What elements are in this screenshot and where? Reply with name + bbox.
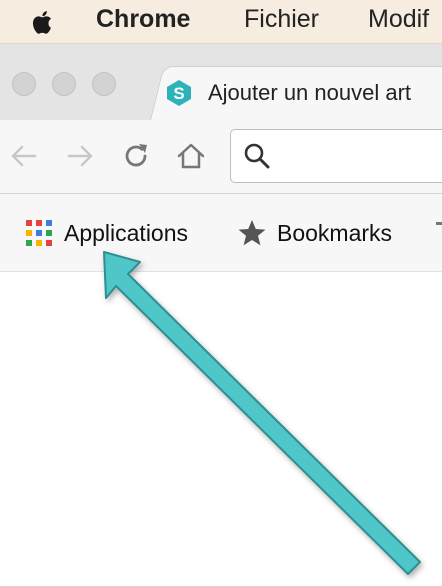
- bookmark-overflow-icon[interactable]: [436, 218, 442, 242]
- apps-grid-icon: [26, 220, 52, 246]
- bookmark-bookmarks[interactable]: Bookmarks: [237, 214, 392, 252]
- bookmarks-bar: Applications Bookmarks: [0, 194, 442, 272]
- favicon-letter: S: [173, 84, 184, 103]
- menu-item-modif[interactable]: Modif: [368, 5, 429, 34]
- bookmark-label: Bookmarks: [277, 219, 393, 246]
- tab-strip: S Ajouter un nouvel art: [0, 44, 442, 120]
- star-icon: [238, 220, 266, 246]
- search-icon: [244, 143, 270, 169]
- menu-item-fichier[interactable]: Fichier: [244, 5, 319, 34]
- bookmark-label: Applications: [64, 219, 189, 246]
- window-close-button[interactable]: [12, 72, 36, 96]
- forward-arrow-icon[interactable]: [64, 140, 96, 172]
- menu-bar: Chrome Fichier Modif: [0, 0, 442, 44]
- bookmark-applications[interactable]: Applications: [26, 214, 188, 252]
- back-arrow-icon[interactable]: [8, 140, 40, 172]
- tab-title: Ajouter un nouvel art: [208, 80, 412, 105]
- menu-app-name[interactable]: Chrome: [96, 5, 190, 34]
- window-minimize-button[interactable]: [52, 72, 76, 96]
- page-content: [0, 272, 442, 586]
- window-zoom-button[interactable]: [92, 72, 116, 96]
- site-favicon-icon: S: [167, 80, 191, 106]
- reload-icon[interactable]: [120, 140, 152, 172]
- apple-logo-icon[interactable]: [28, 7, 58, 37]
- home-icon[interactable]: [175, 140, 207, 172]
- toolbar: [0, 120, 442, 194]
